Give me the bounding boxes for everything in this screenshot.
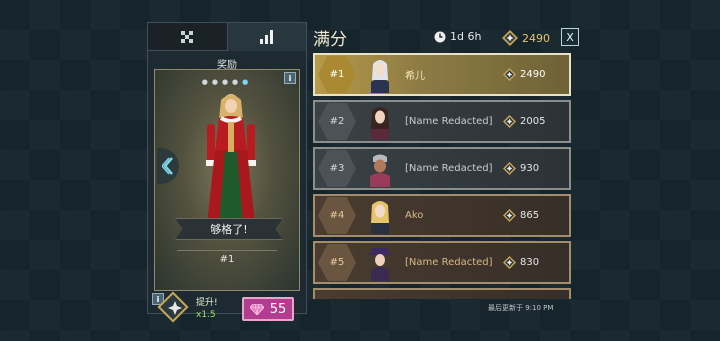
boost-text: 提升! x1.5 [196, 297, 218, 321]
score-value: 930 [520, 163, 540, 174]
points-diamond-icon [503, 115, 516, 128]
points-diamond-icon [503, 256, 516, 269]
rank-badge: #5 [318, 244, 356, 281]
leaderboard-row-3[interactable]: #3 [Name Redacted] 930 [313, 147, 571, 190]
player-name: [Name Redacted] [405, 257, 493, 268]
points-diamond-icon [503, 162, 516, 175]
leaderboard-row-4[interactable]: #4 Ako 865 [313, 194, 571, 237]
points-diamond-icon [502, 30, 518, 46]
rank-badge: #2 [318, 103, 356, 140]
player-score: 865 [503, 209, 539, 222]
avatar-outfit-image [206, 94, 256, 226]
checker-icon [181, 30, 194, 43]
boost-section: i 提升! x1.5 55 [152, 291, 302, 327]
leaderboard-row-1[interactable]: #1 希儿 2490 [313, 53, 571, 96]
last-updated-text: 最后更新于 9:10 PM [488, 304, 554, 312]
player-avatar [371, 201, 389, 234]
score-value: 865 [520, 210, 540, 221]
prev-arrow-button[interactable] [157, 148, 179, 184]
player-name: [Name Redacted] [405, 163, 493, 174]
event-timer: 1d 6h [434, 30, 481, 43]
timer-text: 1d 6h [450, 30, 482, 43]
reward-preview: ●●●●● i 够格了! #1 [154, 69, 300, 291]
leaderboard-row-2[interactable]: #2 [Name Redacted] 2005 [313, 100, 571, 143]
chevron-left-icon [162, 157, 173, 175]
clock-icon [434, 31, 446, 42]
points-total: 2490 [502, 30, 550, 46]
close-button[interactable]: X [561, 28, 579, 46]
gem-cost: 55 [269, 301, 287, 317]
player-score: 830 [503, 256, 539, 269]
divider [177, 250, 277, 251]
reward-status-banner: 够格了! [175, 218, 283, 240]
leaderboard-list[interactable]: #1 希儿 2490 #2 [Name Redacted] 2005 #3 [N… [313, 53, 573, 299]
points-value: 2490 [522, 31, 550, 45]
bar-chart-icon [259, 30, 273, 44]
points-diamond-icon [503, 209, 516, 222]
points-diamond-icon [503, 68, 516, 81]
score-value: 2490 [520, 69, 546, 80]
rank-badge: #1 [318, 56, 356, 93]
leaderboard-row-partial[interactable] [313, 288, 571, 299]
player-avatar [369, 248, 391, 281]
panel-tabs [148, 23, 306, 51]
info-icon[interactable]: i [284, 72, 296, 84]
player-name: [Name Redacted] [405, 116, 493, 127]
reward-rank-label: #1 [219, 254, 235, 265]
page-title: 满分 [313, 30, 347, 50]
player-score: 2490 [503, 68, 545, 81]
boost-icon [164, 297, 186, 319]
rewards-panel: 奖励 ●●●●● i 够格了! #1 i 提升! x1.5 55 [147, 22, 307, 323]
tab-checker[interactable] [148, 23, 228, 51]
tab-leaderboard[interactable] [227, 23, 306, 51]
boost-multiplier: x1.5 [196, 310, 216, 320]
rank-badge: #3 [318, 150, 356, 187]
player-name: Ako [405, 210, 424, 221]
rank-badge: #4 [318, 197, 356, 234]
boost-label: 提升! [196, 298, 218, 308]
compass-icon [168, 301, 182, 315]
player-avatar [371, 107, 389, 140]
carousel-dots[interactable]: ●●●●● [155, 78, 299, 86]
score-value: 830 [520, 257, 540, 268]
player-name: 希儿 [405, 71, 425, 82]
player-score: 2005 [503, 115, 545, 128]
leaderboard-row-5[interactable]: #5 [Name Redacted] 830 [313, 241, 571, 284]
player-avatar [371, 60, 389, 93]
gem-icon [249, 303, 264, 315]
score-value: 2005 [520, 116, 546, 127]
panel-title: 奖励 [217, 60, 237, 71]
player-score: 930 [503, 162, 539, 175]
player-avatar [370, 154, 390, 187]
gem-boost-button[interactable]: 55 [242, 297, 294, 321]
